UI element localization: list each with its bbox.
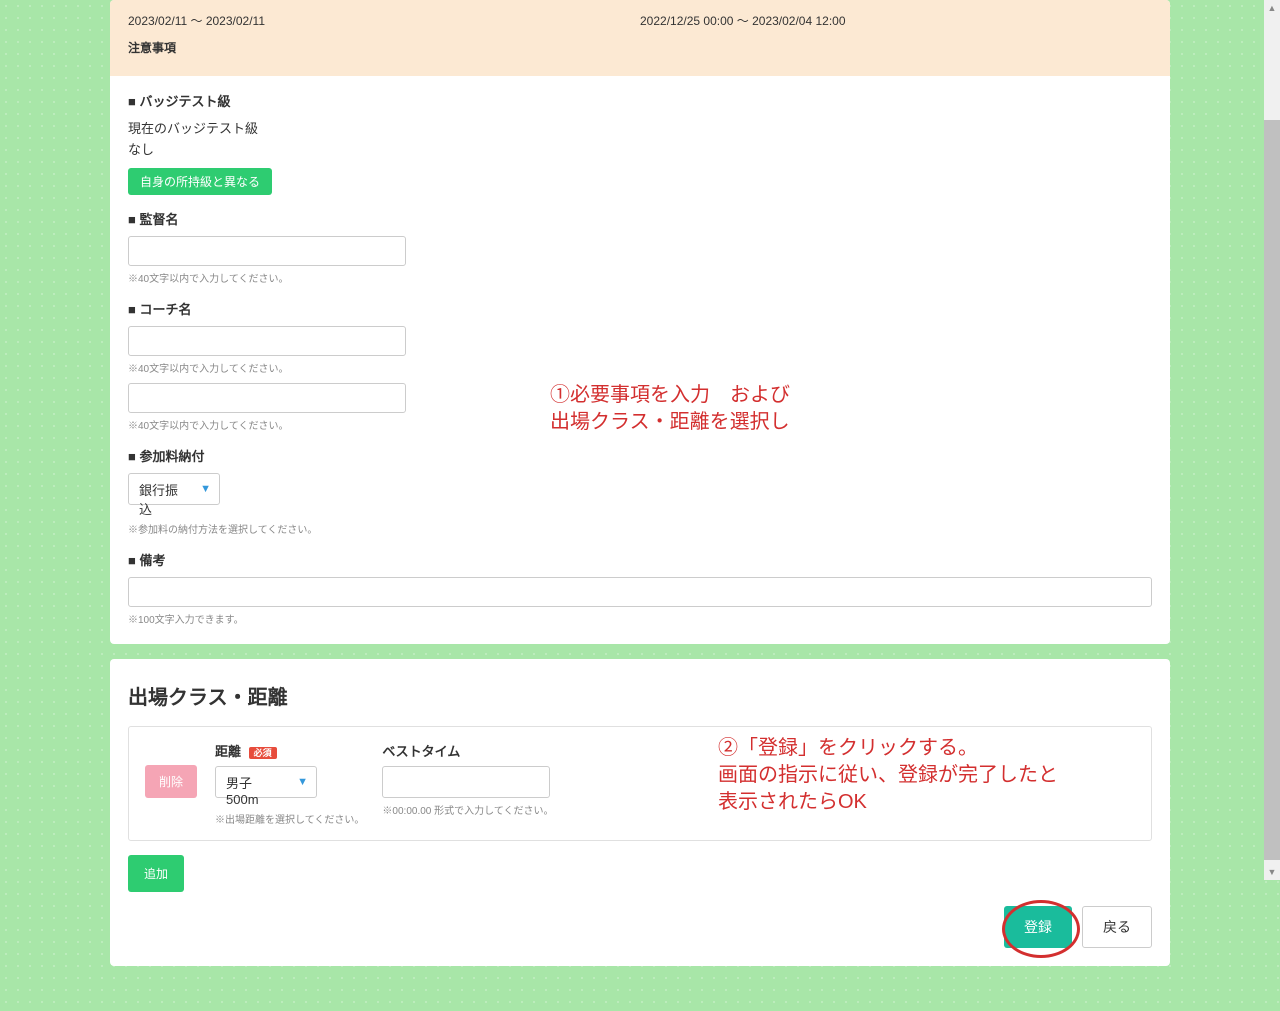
best-time-help: ※00:00.00 形式で入力してください。 <box>382 802 553 817</box>
class-entry-box: 削除 距離 必須 男子500m ▼ ※出場距離を選択してください。 ベストタイム <box>128 726 1152 841</box>
scroll-thumb[interactable] <box>1264 120 1280 860</box>
distance-field-label: 距離 必須 <box>215 741 364 760</box>
remarks-section-label: ■ 備考 <box>128 550 1152 569</box>
coach-help-2: ※40文字以内で入力してください。 <box>128 417 1152 432</box>
registration-date-range: 2022/12/25 00:00 ～ 2023/02/04 12:00 <box>640 12 1152 29</box>
required-badge: 必須 <box>249 747 277 759</box>
badge-differ-button[interactable]: 自身の所持級と異なる <box>128 168 272 195</box>
chevron-down-icon: ▼ <box>297 776 308 788</box>
coach-input-2[interactable] <box>128 383 406 413</box>
event-info-box: 2023/02/11 ～ 2023/02/11 2022/12/25 00:00… <box>110 0 1170 76</box>
class-distance-title: 出場クラス・距離 <box>128 681 1152 710</box>
best-time-label: ベストタイム <box>382 741 553 760</box>
payment-select[interactable]: 銀行振込 ▼ <box>128 473 220 505</box>
supervisor-help: ※40文字以内で入力してください。 <box>128 270 1152 285</box>
current-badge-value: なし <box>128 139 1152 158</box>
coach-section-label: ■ コーチ名 <box>128 299 1152 318</box>
distance-help: ※出場距離を選択してください。 <box>215 811 364 826</box>
add-button[interactable]: 追加 <box>128 855 184 892</box>
payment-help: ※参加料の納付方法を選択してください。 <box>128 521 1152 536</box>
register-button[interactable]: 登録 <box>1004 906 1072 948</box>
notes-label: 注意事項 <box>128 39 1152 56</box>
coach-help-1: ※40文字以内で入力してください。 <box>128 360 1152 375</box>
supervisor-section-label: ■ 監督名 <box>128 209 1152 228</box>
scroll-down-icon[interactable]: ▼ <box>1264 864 1280 880</box>
chevron-down-icon: ▼ <box>200 483 211 495</box>
current-badge-label: 現在のバッジテスト級 <box>128 118 1152 137</box>
payment-select-value: 銀行振込 <box>129 474 219 524</box>
remarks-help: ※100文字入力できます。 <box>128 611 1152 626</box>
scroll-up-icon[interactable]: ▲ <box>1264 0 1280 16</box>
distance-select[interactable]: 男子500m ▼ <box>215 766 317 798</box>
payment-section-label: ■ 参加料納付 <box>128 446 1152 465</box>
distance-select-value: 男子500m <box>216 767 316 813</box>
coach-input-1[interactable] <box>128 326 406 356</box>
best-time-input[interactable] <box>382 766 550 798</box>
delete-button[interactable]: 削除 <box>145 765 197 798</box>
scrollbar[interactable]: ▲ ▼ <box>1264 0 1280 880</box>
back-button[interactable]: 戻る <box>1082 906 1152 948</box>
event-date-range: 2023/02/11 ～ 2023/02/11 <box>128 12 640 29</box>
badge-section-label: ■ バッジテスト級 <box>128 91 1152 110</box>
supervisor-input[interactable] <box>128 236 406 266</box>
remarks-input[interactable] <box>128 577 1152 607</box>
